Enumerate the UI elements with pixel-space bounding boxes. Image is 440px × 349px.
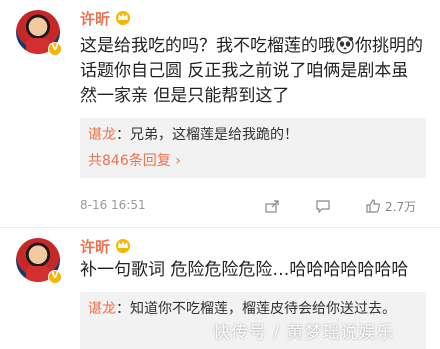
comment-icon <box>316 200 330 214</box>
more-replies-label: 共846条回复 <box>88 153 171 169</box>
verified-v-icon: V <box>48 270 62 284</box>
share-button[interactable] <box>264 196 280 216</box>
vip-crown-icon <box>116 239 130 253</box>
like-icon <box>366 199 381 213</box>
watermark: 快传号 / 黄梦瑶说娱乐 <box>213 323 395 343</box>
reply-text: ：知道你不吃榴莲，榴莲皮待会给你送过去。 <box>116 301 396 317</box>
verified-v-icon: V <box>48 42 62 56</box>
comment-item: V 许昕 这是给我吃的吗？我不吃榴莲的哦 你挑明的话题你自己圆 反正我之前说了咱俩… <box>0 0 440 228</box>
comment-text: 这是给我吃的吗？我不吃榴莲的哦 你挑明的话题你自己圆 反正我之前说了咱俩是剧本虽然… <box>80 34 425 109</box>
comment-meta: 8-16 16:51 2.7万 <box>80 196 430 216</box>
reply-author[interactable]: 谌龙 <box>88 127 116 143</box>
vip-crown-icon <box>116 11 130 25</box>
reply-author[interactable]: 谌龙 <box>88 301 116 317</box>
comment-button[interactable] <box>315 196 331 216</box>
username[interactable]: 许昕 <box>80 8 110 29</box>
username[interactable]: 许昕 <box>80 236 110 257</box>
more-replies-link[interactable]: 共846条回复 › <box>88 150 418 172</box>
chevron-right-icon: › <box>175 153 181 169</box>
timestamp: 8-16 16:51 <box>80 198 146 212</box>
like-count: 2.7万 <box>385 199 417 214</box>
comment-text-part1: 这是给我吃的吗？我不吃榴莲的哦 <box>80 36 335 56</box>
share-icon <box>265 200 279 213</box>
reply-text: ：兄弟，这榴莲是给我跪的！ <box>116 127 298 143</box>
panda-emoji-icon <box>336 36 354 54</box>
reply-box[interactable]: 谌龙：兄弟，这榴莲是给我跪的！ 共846条回复 › <box>80 118 426 178</box>
comment-text: 补一句歌词 危险危险危险…哈哈哈哈哈哈哈 <box>80 260 409 280</box>
like-button[interactable]: 2.7万 <box>365 196 416 216</box>
